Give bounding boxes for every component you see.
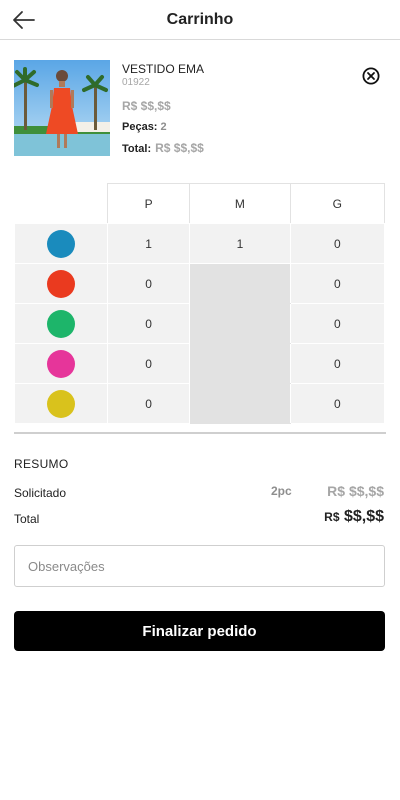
color-swatch	[47, 269, 75, 298]
size-header: P	[106, 183, 191, 224]
requested-value: R$ $$,$$	[327, 483, 384, 499]
color-cell	[14, 343, 108, 384]
color-row: 00	[14, 383, 386, 424]
color-swatch	[47, 349, 75, 378]
color-swatch	[47, 389, 75, 418]
color-row: 00	[14, 263, 386, 304]
pieces-value: 2	[160, 121, 167, 133]
quantity-cell[interactable]: 0	[289, 383, 386, 424]
size-header: M	[189, 183, 291, 224]
quantity-cell[interactable]: 0	[106, 263, 191, 304]
page-title: Carrinho	[166, 11, 234, 28]
quantity-cell-disabled	[189, 383, 291, 424]
color-row: 110	[14, 223, 386, 264]
size-header: G	[289, 183, 386, 224]
quantity-cell[interactable]: 1	[106, 223, 191, 264]
item-total-row: Total: R$ $$,$$	[122, 141, 204, 155]
total-amount: $$,$$	[343, 508, 384, 525]
product-name: VESTIDO EMA	[122, 62, 205, 76]
quantity-cell-disabled	[189, 263, 291, 304]
close-circle-icon[interactable]	[362, 67, 380, 85]
product-price: R$ $$,$$	[122, 99, 171, 113]
quantity-cell[interactable]: 0	[289, 303, 386, 344]
quantity-cell[interactable]: 0	[106, 343, 191, 384]
quantity-cell-disabled	[189, 303, 291, 344]
color-cell	[14, 223, 108, 264]
size-color-grid: P M G 11000000000	[14, 183, 386, 424]
item-total-label: Total:	[122, 143, 152, 155]
finish-order-button[interactable]: Finalizar pedido	[14, 611, 385, 651]
color-swatch	[47, 229, 75, 258]
quantity-cell-disabled	[189, 343, 291, 384]
total-currency: R$	[324, 510, 340, 524]
quantity-cell[interactable]: 0	[106, 303, 191, 344]
total-value: R$ $$,$$	[324, 508, 384, 526]
color-row: 00	[14, 343, 386, 384]
observations-input[interactable]	[14, 545, 385, 587]
quantity-cell[interactable]: 0	[106, 383, 191, 424]
color-row: 00	[14, 303, 386, 344]
size-header-row: P M G	[14, 183, 386, 224]
total-label: Total	[14, 512, 40, 526]
item-total-value: R$ $$,$$	[155, 141, 204, 155]
cart-item: VESTIDO EMA 01922 R$ $$,$$ Peças: 2 Total…	[14, 60, 386, 160]
product-image[interactable]	[14, 60, 110, 156]
requested-quantity: 2pc	[271, 484, 292, 498]
quantity-cell[interactable]: 0	[289, 343, 386, 384]
grid-corner	[14, 183, 108, 224]
pieces-row: Peças: 2	[122, 121, 167, 133]
pieces-label: Peças:	[122, 121, 158, 133]
requested-label: Solicitado	[14, 486, 67, 500]
color-cell	[14, 263, 108, 304]
section-divider	[14, 432, 386, 434]
color-swatch	[47, 309, 75, 338]
quantity-cell[interactable]: 0	[289, 263, 386, 304]
quantity-cell[interactable]: 1	[189, 223, 291, 264]
product-code: 01922	[122, 77, 150, 88]
app-header: Carrinho	[0, 0, 400, 40]
quantity-cell[interactable]: 0	[289, 223, 386, 264]
color-cell	[14, 383, 108, 424]
summary-title: RESUMO	[14, 457, 69, 471]
color-cell	[14, 303, 108, 344]
